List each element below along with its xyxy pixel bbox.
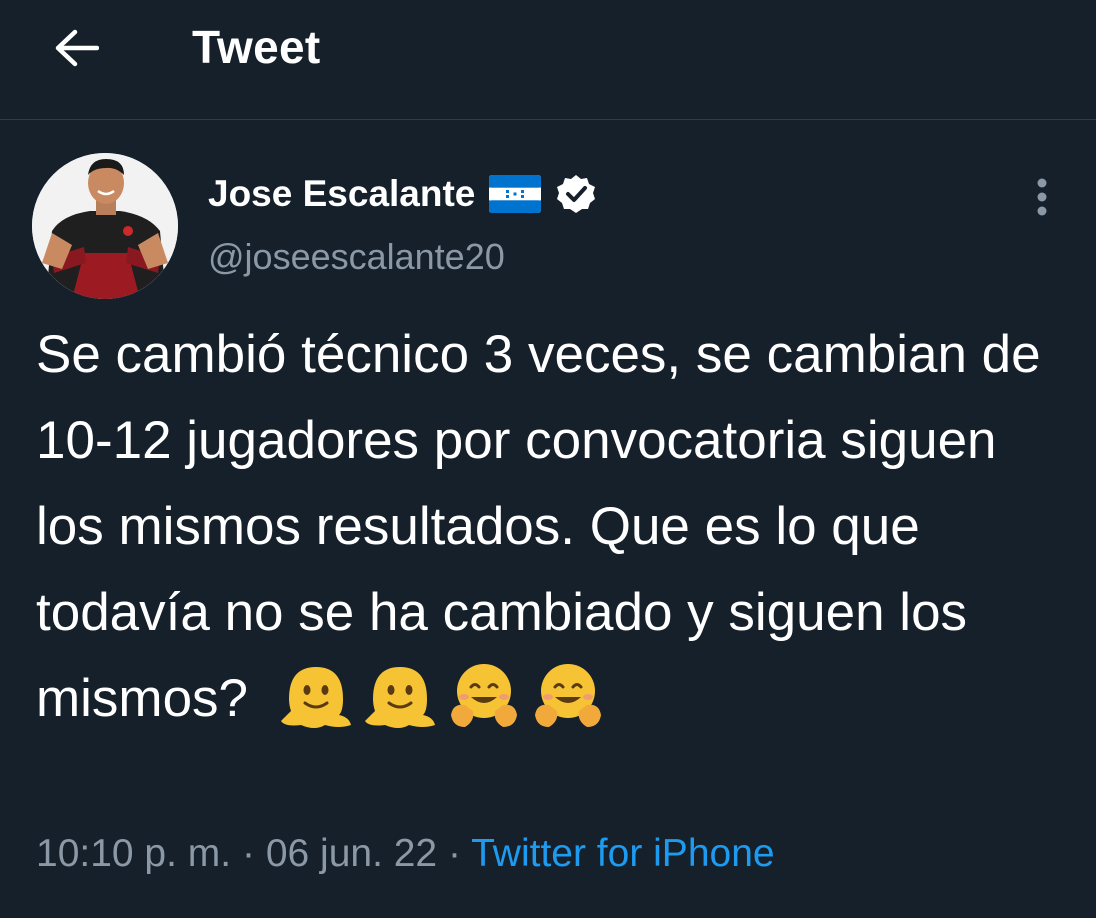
- display-name[interactable]: Jose Escalante: [208, 173, 475, 215]
- tweet-screen: Tweet Jose Escalante @joseescalante20 Se…: [0, 0, 1096, 918]
- tweet-date: 06 jun. 22: [265, 832, 438, 875]
- top-bar: Tweet: [0, 0, 1096, 120]
- more-vertical-icon: [1037, 178, 1047, 216]
- page-title: Tweet: [192, 21, 321, 73]
- tweet-metadata: 10:10 p. m. · 06 jun. 22 · Twitter for i…: [36, 832, 775, 876]
- user-handle[interactable]: @joseescalante20: [208, 236, 505, 278]
- meta-separator: ·: [241, 832, 255, 875]
- emoji-group: [279, 659, 605, 733]
- honduras-flag-icon: [489, 175, 542, 213]
- melting-face-emoji: [280, 667, 351, 728]
- more-options-button[interactable]: [1022, 172, 1062, 222]
- avatar[interactable]: [32, 153, 178, 299]
- melting-face-emoji: [364, 667, 435, 728]
- tweet-time: 10:10 p. m.: [36, 832, 232, 875]
- back-button[interactable]: [44, 18, 108, 78]
- meta-separator: ·: [447, 832, 461, 875]
- hugging-face-emoji: [450, 664, 517, 727]
- arrow-left-icon: [55, 29, 99, 67]
- hugging-face-emoji: [534, 664, 601, 727]
- user-avatar: [32, 153, 178, 299]
- tweet-body: Se cambió técnico 3 veces, se cambian de…: [36, 312, 1076, 742]
- display-name-row: Jose Escalante: [208, 166, 597, 222]
- verified-badge-icon: [557, 175, 596, 213]
- tweet-source-link[interactable]: Twitter for iPhone: [471, 832, 774, 875]
